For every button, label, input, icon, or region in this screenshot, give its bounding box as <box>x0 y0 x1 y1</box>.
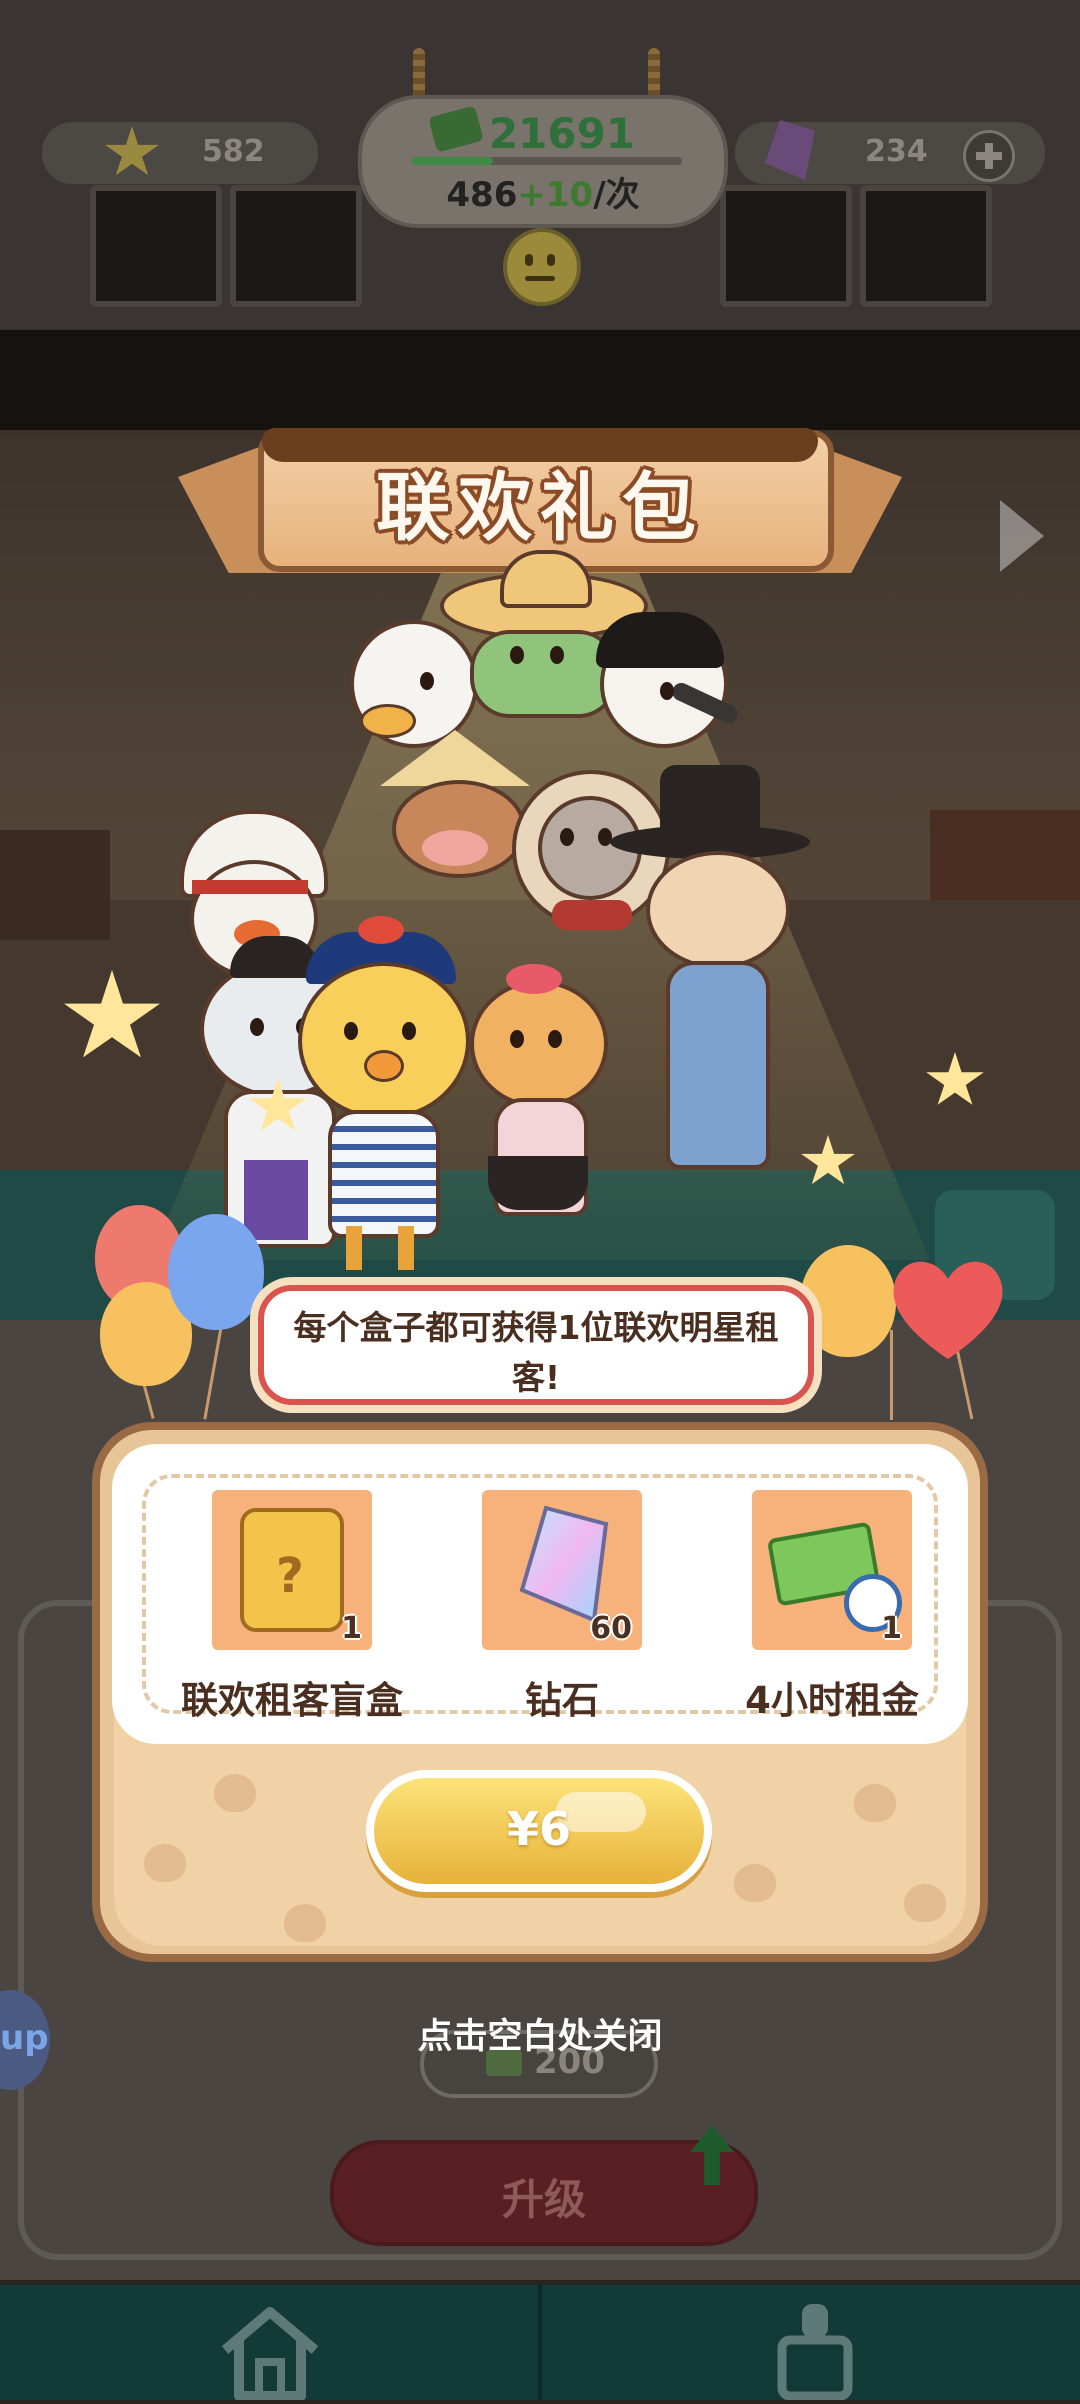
buy-button[interactable]: ¥6 <box>366 1770 712 1892</box>
paw-print-icon <box>144 1844 186 1882</box>
rate-unit: /次 <box>593 175 640 215</box>
upgrade-button[interactable]: 升级 <box>330 2140 758 2246</box>
tab-divider <box>538 2285 542 2400</box>
gem-counter: 234 <box>735 120 1045 184</box>
mystery-box-icon: ? <box>240 1508 344 1632</box>
mood-face-icon <box>503 228 581 306</box>
money-progress-fill <box>412 157 493 165</box>
paw-print-icon <box>734 1864 776 1902</box>
paw-print-icon <box>904 1884 946 1922</box>
gift-pack-popup: ? 1 联欢租客盲盒 60 钻石 1 4小时租金 ¥6 <box>92 1422 988 1962</box>
income-rate: 486+10/次 <box>362 167 724 216</box>
reward-label: 联欢租客盲盒 <box>181 1679 403 1722</box>
reward-slot-rent[interactable]: 1 <box>752 1490 912 1650</box>
reward-label: 钻石 <box>525 1679 599 1722</box>
building-window <box>90 185 222 307</box>
gem-icon <box>765 120 815 180</box>
room-table <box>930 810 1080 900</box>
money-value: 21691 <box>488 109 636 158</box>
reward-label: 4小时租金 <box>745 1679 919 1722</box>
star-count: 582 <box>202 134 265 169</box>
kitchen-counter <box>0 830 110 940</box>
star-icon <box>105 126 159 176</box>
reward-count: 1 <box>881 1611 902 1646</box>
paw-print-icon <box>214 1774 256 1812</box>
balloon-heart-icon <box>888 1255 1008 1365</box>
gem-count: 234 <box>865 134 928 169</box>
add-gems-button[interactable] <box>963 130 1015 182</box>
rate-bonus: +10 <box>517 175 594 215</box>
home-tab-icon[interactable] <box>215 2300 325 2401</box>
description-bubble: 每个盒子都可获得1位联欢明星租客! <box>258 1285 814 1405</box>
building-window <box>860 185 992 307</box>
upgrade-label: 升级 <box>501 2175 586 2224</box>
rate-base: 486 <box>446 175 518 215</box>
popup-title: 联欢礼包 <box>376 465 704 551</box>
paw-print-icon <box>854 1784 896 1822</box>
reward-slot-mystery-box[interactable]: ? 1 <box>212 1490 372 1650</box>
reward-slot-diamond[interactable]: 60 <box>482 1490 642 1650</box>
close-hint[interactable]: 点击空白处关闭 <box>0 2008 1080 2059</box>
description-text: 每个盒子都可获得1位联欢明星租客! <box>293 1308 779 1397</box>
decorate-brush-tab-icon[interactable] <box>770 2300 860 2401</box>
paw-print-icon <box>284 1904 326 1942</box>
ceiling-beam <box>0 330 1080 430</box>
price-label: ¥6 <box>506 1802 571 1856</box>
money-progress-bar <box>412 157 682 165</box>
money-panel: 21691 486+10/次 <box>358 95 728 228</box>
reward-count: 1 <box>341 1611 362 1646</box>
reward-count: 60 <box>590 1611 632 1646</box>
diamond-icon <box>516 1504 612 1624</box>
next-arrow-icon[interactable] <box>1000 500 1044 572</box>
building-window <box>720 185 852 307</box>
reward-list: ? 1 联欢租客盲盒 60 钻石 1 4小时租金 <box>112 1444 968 1744</box>
balloon-blue-icon <box>168 1214 264 1330</box>
building-window <box>230 185 362 307</box>
balloon-yellow-icon <box>800 1245 896 1357</box>
star-counter: 582 <box>42 122 318 184</box>
tenant-characters-group <box>180 550 830 1280</box>
